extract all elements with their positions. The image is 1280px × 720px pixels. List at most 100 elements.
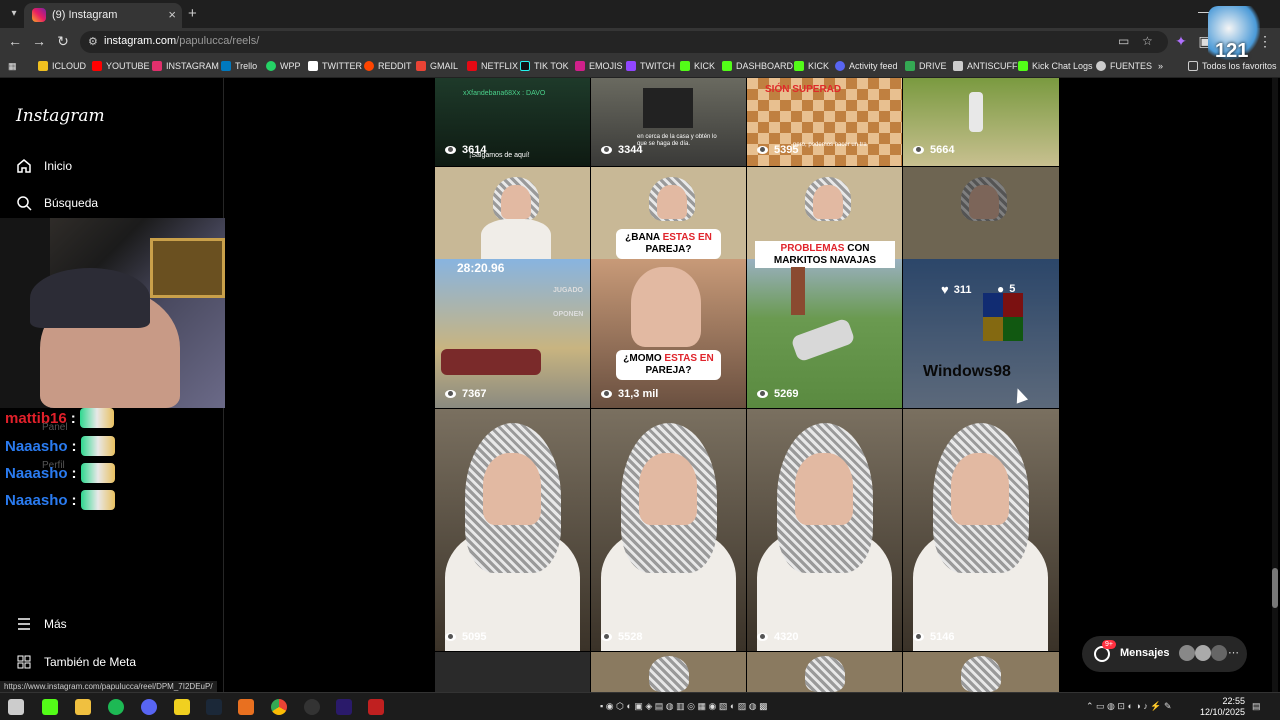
reel-tile[interactable]: 5664 <box>903 78 1059 166</box>
bookmark-kick-2[interactable]: KICK <box>794 61 829 71</box>
race-timer: 28:20.96 <box>457 261 505 275</box>
reel-tile[interactable]: ¿BANA ESTAS EN PAREJA? ¿MOMO ESTAS EN PARE… <box>591 167 746 408</box>
cast-icon[interactable]: ▭ <box>1118 34 1129 48</box>
nav-home-label: Inicio <box>44 159 73 173</box>
sticky-notes-icon[interactable] <box>174 699 190 715</box>
obs-icon[interactable] <box>304 699 320 715</box>
bookmark-emojis[interactable]: EMOJIS <box>575 61 623 71</box>
address-bar[interactable]: ⚙ instagram.com/papulucca/reels/ ▭ ☆ <box>80 31 1168 53</box>
bookmark-wpp[interactable]: WPP <box>266 61 301 71</box>
notifications-icon[interactable]: ▤ <box>1252 701 1261 712</box>
reel-tile[interactable]: 5095 <box>435 409 590 651</box>
steam-icon[interactable] <box>206 699 222 715</box>
eye-icon <box>601 146 612 154</box>
bookmark-netflix[interactable]: NETFLIX <box>467 61 518 71</box>
nav-more[interactable]: Más <box>16 616 67 632</box>
person-face <box>795 453 853 525</box>
emote-icon <box>79 408 114 428</box>
eye-icon <box>601 390 612 398</box>
bookmark-antiscuff[interactable]: ANTISCUFF <box>953 61 1018 71</box>
tray-icons[interactable]: ▪ ◉ ⬡ ◐ ▣ ◈ ▤ ◍ ▥ ◎ ▦ ◉ ▧ ◐ ▨ ◍ ▩ <box>600 701 768 712</box>
windows-start-icon[interactable] <box>8 699 24 715</box>
scrollbar-thumb[interactable] <box>1272 568 1278 608</box>
tiktok-icon <box>520 61 530 71</box>
reel-tile[interactable]: 28:20.96 JUGADO OPONEN 7367 <box>435 167 590 408</box>
reel-tile[interactable]: 4320 <box>747 409 902 651</box>
bookmarks-overflow-icon[interactable]: » <box>1158 61 1163 71</box>
reload-icon[interactable]: ↻ <box>54 33 72 50</box>
forward-icon[interactable]: → <box>30 33 48 49</box>
reel-tile[interactable] <box>747 652 902 692</box>
tab-close-icon[interactable]: × <box>168 7 176 22</box>
bookmark-fuentes[interactable]: FUENTES <box>1096 61 1152 71</box>
chat-user: Naaasho <box>5 464 68 482</box>
bookmark-trello[interactable]: Trello <box>221 61 257 71</box>
person-face <box>813 185 843 219</box>
view-count: 5146 <box>913 631 954 643</box>
view-count: 4320 <box>757 631 798 643</box>
site-info-icon[interactable]: ⚙ <box>88 35 98 48</box>
app-icon[interactable] <box>368 699 384 715</box>
bookmark-icloud[interactable]: ICLOUD <box>38 61 86 71</box>
emote-icon <box>80 436 115 456</box>
whatsapp-icon <box>266 61 276 71</box>
back-icon[interactable]: ← <box>6 33 24 49</box>
bookmark-kick[interactable]: KICK <box>680 61 715 71</box>
new-tab-icon[interactable]: + <box>188 5 197 22</box>
reel-tile[interactable] <box>435 652 590 692</box>
bookmark-kick-chat-logs[interactable]: Kick Chat Logs <box>1018 61 1093 71</box>
taskbar-clock[interactable]: 22:55 12/10/2025 <box>1200 696 1245 718</box>
discord-icon[interactable] <box>141 699 157 715</box>
bookmark-drive[interactable]: DRIVE <box>905 61 947 71</box>
view-count: 5269 <box>757 388 798 400</box>
reel-tile[interactable]: SIÓN SUPERAD pero, podemos hacer un tra … <box>747 78 902 166</box>
nav-home[interactable]: Inicio <box>16 158 72 174</box>
view-count: 3614 <box>445 144 486 156</box>
chat-message: mattib16: <box>5 408 114 428</box>
bookmark-reddit[interactable]: REDDIT <box>364 61 412 71</box>
kick-app-icon[interactable] <box>42 699 58 715</box>
reel-tile[interactable]: xXfandebana68Xx : DAVO ¡Salgamos de aquí… <box>435 78 590 166</box>
bookmark-twitch[interactable]: TWITCH <box>626 61 675 71</box>
person-face <box>951 453 1009 525</box>
trello-icon <box>221 61 231 71</box>
headscarf <box>805 656 845 692</box>
reel-tile-hovered[interactable]: Windows98 ♥ 311 ● 5 <box>903 167 1059 408</box>
file-explorer-icon[interactable] <box>75 699 91 715</box>
nav-also-meta[interactable]: También de Meta <box>16 654 136 670</box>
reel-tile[interactable] <box>591 652 746 692</box>
antiscuff-icon <box>953 61 963 71</box>
chrome-icon[interactable] <box>271 699 287 715</box>
url-text: instagram.com/papulucca/reels/ <box>104 35 259 47</box>
bookmark-tiktok[interactable]: TIK TOK <box>520 61 569 71</box>
kick-icon <box>722 61 732 71</box>
reel-tile[interactable] <box>903 652 1059 692</box>
spotify-icon[interactable] <box>108 699 124 715</box>
bookmark-activity-feed[interactable]: Activity feed <box>835 61 898 71</box>
messages-button[interactable]: 9+ Mensajes ⋯ <box>1082 636 1247 672</box>
tab-instagram[interactable]: (9) Instagram × <box>24 3 182 28</box>
reel-tile[interactable]: PROBLEMAS CON MARKITOS NAVAJAS 5269 <box>747 167 902 408</box>
extension-icon[interactable]: ✦ <box>1172 33 1190 50</box>
reel-overlay-text: pero, podemos hacer un tra <box>793 142 867 148</box>
bookmark-dashboard[interactable]: DASHBOARD <box>722 61 793 71</box>
bookmark-star-icon[interactable]: ☆ <box>1142 34 1153 48</box>
reel-tile[interactable]: en cerca de la casa y obtén lo que se ha… <box>591 78 746 166</box>
apps-grid-icon[interactable]: ▦ <box>8 61 17 72</box>
vehicle <box>643 88 693 128</box>
bookmark-gmail[interactable]: GMAIL <box>416 61 458 71</box>
reel-tile[interactable]: 5528 <box>591 409 746 651</box>
eye-icon <box>445 633 456 641</box>
bookmark-twitter[interactable]: TWITTER <box>308 61 362 71</box>
bookmark-instagram[interactable]: INSTAGRAM <box>152 61 219 71</box>
bookmark-youtube[interactable]: YOUTUBE <box>92 61 150 71</box>
nav-search[interactable]: Búsqueda <box>16 195 98 211</box>
tab-search-icon[interactable]: ▾ <box>6 6 22 22</box>
tray-system-icons[interactable]: ⌃ ▭ ◍ ⊡ ◐ ◑ ♪ ⚡ ✎ <box>1086 701 1172 712</box>
page-scrollbar[interactable] <box>1272 78 1278 692</box>
app-icon[interactable] <box>238 699 254 715</box>
reel-tile[interactable]: 5146 <box>903 409 1059 651</box>
instagram-favicon-icon <box>32 8 46 22</box>
instagram-logo[interactable]: Instagram <box>16 106 105 126</box>
premiere-icon[interactable] <box>336 699 352 715</box>
